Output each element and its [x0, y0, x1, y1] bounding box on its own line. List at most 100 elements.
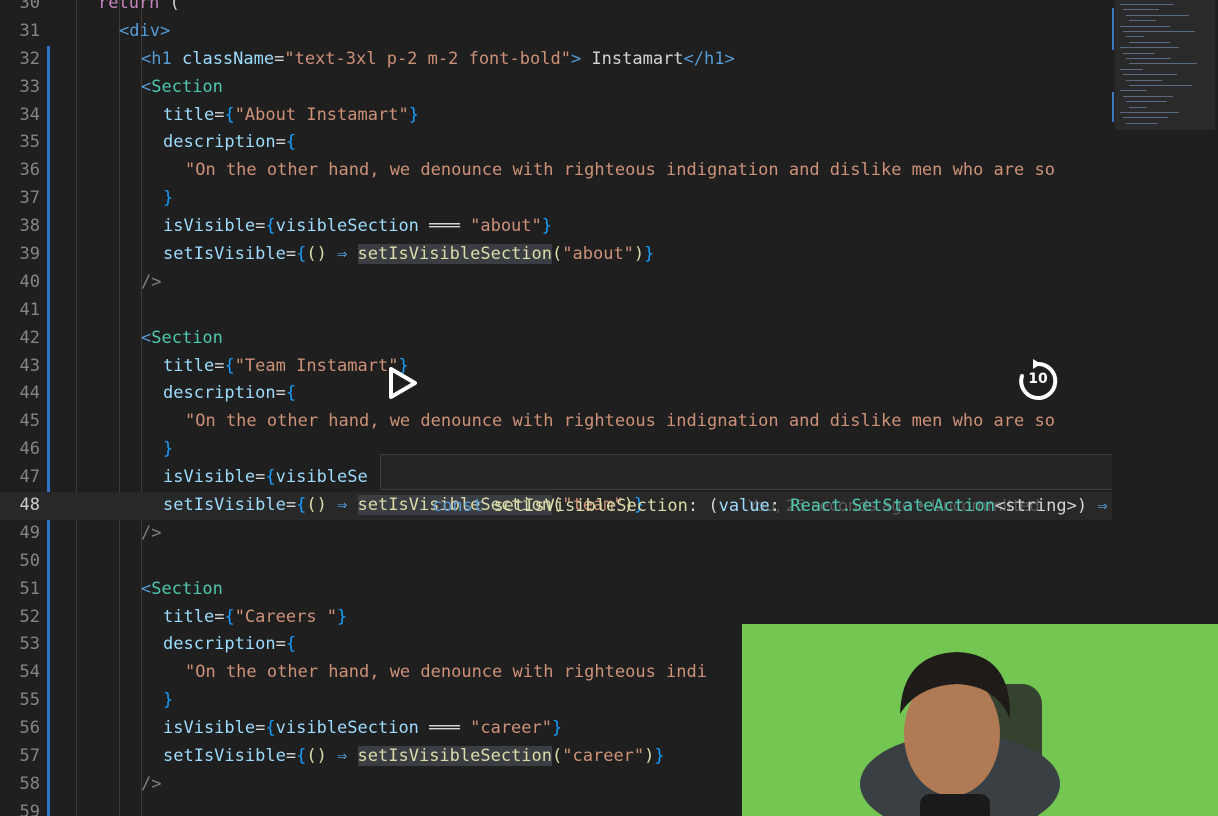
- line-code: isVisible={visibleSection ═══ "career"}: [163, 715, 562, 743]
- code-token: }: [654, 746, 665, 767]
- code-token: }: [163, 439, 174, 460]
- line-code: <Section: [141, 576, 223, 604]
- code-token: (: [552, 746, 563, 767]
- code-token: "about": [470, 216, 542, 237]
- minimap-line: [1129, 106, 1147, 108]
- line-number: 42: [19, 327, 40, 348]
- hover-type: React.SetStateAction: [790, 496, 995, 516]
- line-code: setIsVisible={() ⇒ setIsVisibleSection("…: [163, 241, 654, 269]
- code-token: "Careers ": [234, 606, 338, 627]
- code-token: title: [163, 104, 215, 125]
- replay-10-button[interactable]: 10: [1015, 358, 1061, 404]
- code-token: }: [163, 690, 174, 711]
- code-token: visibleSe: [275, 467, 368, 488]
- code-token: ═══: [418, 216, 471, 237]
- minimap-line: [1120, 90, 1147, 92]
- code-token: description: [163, 383, 276, 404]
- code-token: </: [683, 48, 705, 69]
- line-code: <div>: [119, 18, 170, 46]
- code-line[interactable]: 34 title={"About Instamart"}: [0, 102, 1112, 130]
- code-line[interactable]: 41: [0, 297, 1112, 325]
- line-code: }: [163, 687, 173, 715]
- code-token: <: [141, 578, 152, 599]
- code-token: {: [285, 383, 297, 404]
- code-token: description: [163, 634, 276, 655]
- minimap-line: [1129, 20, 1156, 22]
- code-token: visibleSection: [275, 216, 419, 237]
- code-line[interactable]: 30 return (: [0, 0, 1112, 18]
- code-token: div: [129, 20, 160, 41]
- line-code: "On the other hand, we denounce with rig…: [185, 408, 1055, 436]
- code-token: }: [552, 718, 563, 739]
- code-line[interactable]: 31 <div>: [0, 18, 1112, 46]
- line-code: description={: [163, 129, 296, 157]
- code-token: }: [644, 244, 655, 265]
- code-line[interactable]: 49 />: [0, 520, 1112, 548]
- code-line[interactable]: 36 "On the other hand, we denounce with r…: [0, 157, 1112, 185]
- minimap-line: [1126, 101, 1167, 103]
- presenter-figure: [742, 624, 1218, 816]
- code-token: Section: [151, 76, 223, 97]
- minimap-line: [1126, 79, 1162, 81]
- minimap-line: [1126, 122, 1158, 124]
- code-token: setIsVisible: [163, 746, 286, 767]
- code-token: =: [285, 244, 297, 265]
- code-token: ⇒: [337, 244, 348, 265]
- code-token: =: [255, 216, 266, 237]
- line-number: 53: [19, 634, 40, 655]
- code-line[interactable]: 33 <Section: [0, 74, 1112, 102]
- line-number: 54: [19, 662, 40, 683]
- hover-colon: :: [769, 496, 791, 516]
- line-number: 47: [19, 467, 40, 488]
- minimap-line: [1123, 31, 1195, 32]
- code-line[interactable]: 44 description={: [0, 380, 1112, 408]
- code-token: }: [408, 104, 419, 125]
- code-line[interactable]: 35 description={: [0, 129, 1112, 157]
- line-code: description={: [163, 631, 296, 659]
- code-token: "text-3xl p-2 m-2 font-bold": [284, 48, 571, 69]
- code-token: =: [275, 132, 286, 153]
- code-token: =: [214, 355, 225, 376]
- minimap-line: [1126, 14, 1189, 16]
- line-code: <Section: [141, 325, 223, 353]
- code-token: =: [285, 746, 297, 767]
- code-line[interactable]: 37}: [0, 185, 1112, 213]
- code-token: "About Instamart": [234, 104, 409, 125]
- code-line[interactable]: 43 title={"Team Instamart"}: [0, 353, 1112, 381]
- code-token: {: [224, 355, 235, 376]
- code-token: {: [296, 746, 307, 767]
- code-token: (: [552, 244, 563, 265]
- line-number: 44: [19, 383, 40, 404]
- code-line[interactable]: 38 isVisible={visibleSection ═══ "about"}: [0, 213, 1112, 241]
- code-token: }: [337, 606, 348, 627]
- code-line[interactable]: 40 />: [0, 269, 1112, 297]
- code-token: {: [285, 132, 297, 153]
- line-number: 57: [19, 746, 40, 767]
- code-token: visibleSection: [275, 718, 419, 739]
- line-number: 40: [19, 271, 40, 292]
- code-line[interactable]: 42 <Section: [0, 325, 1112, 353]
- line-number: 33: [19, 76, 40, 97]
- line-number: 41: [19, 299, 40, 320]
- code-line[interactable]: 45 "On the other hand, we denounce with r…: [0, 408, 1112, 436]
- minimap-line: [1120, 47, 1179, 49]
- line-number: 58: [19, 773, 40, 794]
- code-line[interactable]: 50: [0, 548, 1112, 576]
- line-number: 32: [19, 48, 40, 69]
- code-line[interactable]: 32 <h1 className="text-3xl p-2 m-2 font-b…: [0, 46, 1112, 74]
- hover-generic: <string>): [994, 496, 1088, 516]
- code-token: "about": [562, 244, 634, 265]
- line-code: }: [163, 436, 173, 464]
- code-token: setIsVisibleSection: [357, 746, 553, 767]
- line-number: 46: [19, 439, 40, 460]
- code-token: {: [296, 244, 307, 265]
- code-token: return: [98, 0, 170, 13]
- line-code: }: [163, 185, 173, 213]
- code-line[interactable]: 39 setIsVisible={() ⇒ setIsVisibleSection…: [0, 241, 1112, 269]
- code-line[interactable]: 51 <Section: [0, 576, 1112, 604]
- code-token: =: [285, 495, 297, 516]
- line-number: 48: [19, 495, 40, 516]
- play-icon[interactable]: [388, 366, 418, 400]
- minimap-line: [1123, 9, 1159, 11]
- code-token: description: [163, 132, 276, 153]
